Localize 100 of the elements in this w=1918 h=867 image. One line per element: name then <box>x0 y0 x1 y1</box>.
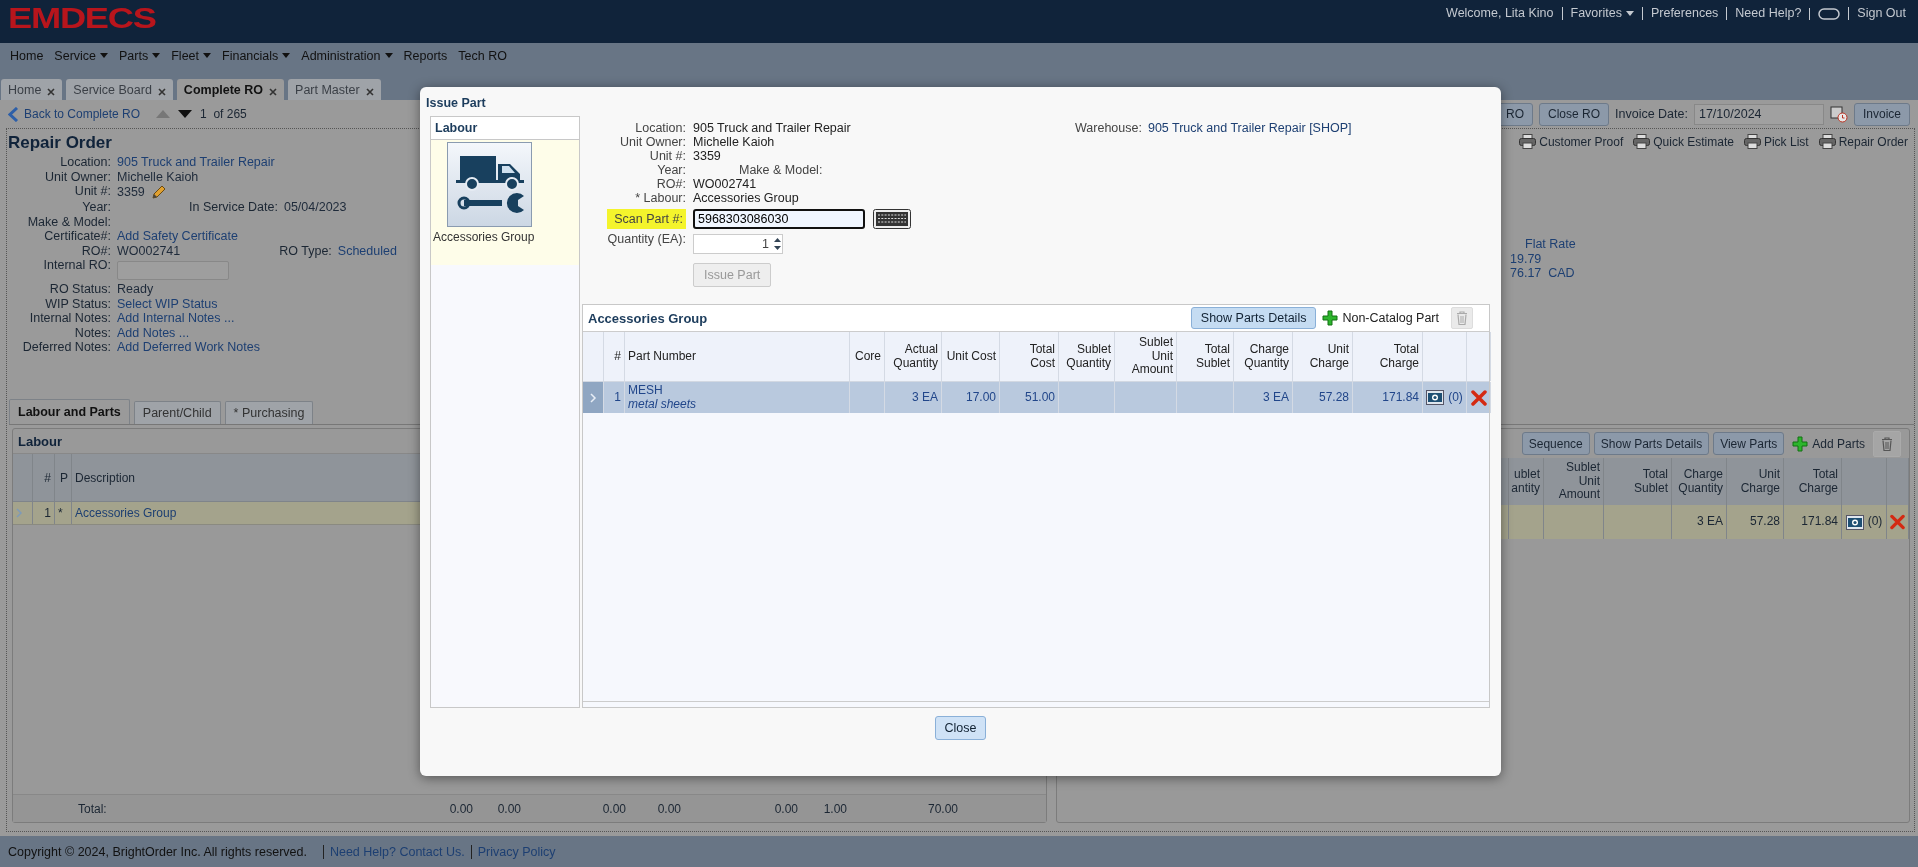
non-catalog-part-link[interactable]: Non-Catalog Part <box>1342 311 1439 325</box>
table-cell: 171.84 <box>1382 390 1419 405</box>
field-value: Michelle Kaioh <box>693 135 775 149</box>
field-label: Internal Notes: <box>28 312 111 326</box>
field-link[interactable]: Scheduled <box>337 244 397 258</box>
column-header: Core <box>855 349 881 364</box>
logo: EMDECS <box>8 2 156 35</box>
labour-item[interactable]: Accessories Group <box>431 140 579 265</box>
scan-part-label: Scan Part #: <box>607 209 686 229</box>
field-label: RO#: <box>80 244 111 258</box>
print-link[interactable]: Customer Proof <box>1539 134 1624 149</box>
column-header: Actual Quantity <box>892 343 938 370</box>
tab[interactable]: Home <box>1 79 63 100</box>
table-cell: 171.84 <box>1801 515 1838 529</box>
show-parts-details-button[interactable]: Show Parts Details <box>1190 307 1317 329</box>
close-button[interactable]: Close <box>934 716 987 740</box>
table-cell: Accessories Group <box>75 506 177 520</box>
toolbar-button[interactable]: Close RO <box>1539 102 1609 126</box>
trash-icon <box>1456 311 1468 325</box>
warehouse-link[interactable]: 905 Truck and Trailer Repair [SHOP] <box>1147 121 1352 304</box>
field-label: Internal RO: <box>42 259 111 274</box>
field-link[interactable]: 905 Truck and Trailer Repair <box>117 156 275 170</box>
total-value: 0.00 <box>448 801 473 816</box>
tab[interactable]: * Purchasing <box>224 401 314 424</box>
keyboard-icon[interactable] <box>873 208 911 229</box>
part-number-link[interactable]: MESH <box>628 384 663 398</box>
field-link[interactable]: Select WIP Status <box>117 297 218 311</box>
field-link[interactable]: Add Notes ... <box>117 326 190 340</box>
plus-icon <box>1792 435 1809 452</box>
down-triangle-icon[interactable] <box>178 110 193 118</box>
tab[interactable]: Part Master <box>288 79 381 100</box>
menu-item[interactable]: Reports <box>403 48 448 63</box>
column-header: Charge Quantity <box>1243 343 1289 370</box>
column-header: Total Sublet <box>1194 343 1230 370</box>
header-link[interactable]: Sign Out <box>1857 7 1906 20</box>
column-header: Unit Charge <box>1739 468 1780 495</box>
close-icon[interactable] <box>365 88 374 96</box>
close-icon[interactable] <box>269 88 278 96</box>
section-title: Repair Order <box>8 133 112 153</box>
field-value: Ready <box>117 283 154 297</box>
parts-button[interactable]: Show Parts Details <box>1593 432 1710 455</box>
column-header: Part Number <box>628 349 697 364</box>
cross-icon[interactable] <box>1470 389 1487 406</box>
scan-part-field[interactable]: 5968303086030 <box>693 208 865 229</box>
calendar-clock-icon[interactable] <box>1829 105 1848 123</box>
tab[interactable]: Labour and Parts <box>9 399 130 424</box>
tab[interactable]: Service Board <box>66 79 173 100</box>
total-label: Total: <box>78 801 108 816</box>
table-cell: 3 EA <box>1263 390 1289 405</box>
column-header: Sublet Quantity <box>1065 343 1111 370</box>
field-link[interactable]: Add Deferred Work Notes <box>117 341 260 355</box>
field-label: Year: <box>656 163 686 177</box>
invoice-date-field[interactable]: 17/10/2024 <box>1693 103 1824 125</box>
print-link[interactable]: Quick Estimate <box>1653 134 1734 149</box>
header-link[interactable]: Need Help? <box>1735 7 1802 20</box>
total-value: 1.00 <box>822 801 847 816</box>
field-value: 05/04/2023 <box>283 201 347 215</box>
chat-bubble-icon[interactable] <box>1818 7 1841 20</box>
camera-icon[interactable] <box>1426 390 1445 405</box>
field-label: Deferred Notes: <box>21 341 111 355</box>
menu-item[interactable]: Home <box>10 48 44 63</box>
printer-icon <box>1818 134 1836 149</box>
field-link[interactable]: Add Safety Certificate <box>117 230 238 244</box>
menu-item[interactable]: Tech RO <box>458 48 507 63</box>
back-link[interactable]: Back to Complete RO <box>24 107 141 121</box>
table-cell: 3 EA <box>1697 515 1723 529</box>
spinner-icon[interactable] <box>773 236 782 252</box>
parts-button[interactable]: View Parts <box>1713 432 1785 455</box>
quantity-field[interactable]: 1 <box>693 234 783 254</box>
field-link[interactable]: Add Internal Notes ... <box>117 312 235 326</box>
header-link[interactable]: Preferences <box>1650 7 1719 20</box>
field-value: Accessories Group <box>693 191 799 205</box>
column-header: Total Sublet <box>1632 468 1668 495</box>
attachment-count[interactable]: (0) <box>1448 390 1463 405</box>
print-link[interactable]: Pick List <box>1763 134 1809 149</box>
delete-button[interactable] <box>1873 430 1901 457</box>
trash-icon <box>1881 436 1893 451</box>
close-icon[interactable] <box>157 88 166 96</box>
field-label: Unit #: <box>73 185 111 200</box>
tab[interactable]: Complete RO <box>176 79 285 100</box>
print-link[interactable]: Repair Order <box>1838 134 1908 149</box>
invoice-button[interactable]: Invoice <box>1853 102 1910 126</box>
field-label: Quantity (EA): <box>606 232 686 248</box>
menu-item[interactable]: Fleet <box>171 48 211 63</box>
camera-icon[interactable] <box>1845 514 1864 530</box>
column-header: P <box>60 470 68 485</box>
close-icon[interactable] <box>47 88 56 96</box>
favorites-menu[interactable]: Favorites <box>1570 7 1622 20</box>
menu-item[interactable]: Parts <box>119 48 161 63</box>
tab[interactable]: Parent/Child <box>133 401 221 424</box>
menu-item[interactable]: Administration <box>301 48 393 63</box>
add-parts-link[interactable]: Add Parts <box>1812 436 1865 451</box>
menu-item[interactable]: Financials <box>222 48 291 63</box>
table-cell: 57.28 <box>1749 515 1780 529</box>
pencil-icon[interactable] <box>150 185 166 200</box>
field-label: Certificate#: <box>43 230 111 244</box>
parts-button[interactable]: Sequence <box>1521 432 1590 455</box>
attachment-count[interactable]: (0) <box>1867 515 1883 529</box>
menu-item[interactable]: Service <box>54 48 109 63</box>
column-header: Description <box>75 470 136 485</box>
